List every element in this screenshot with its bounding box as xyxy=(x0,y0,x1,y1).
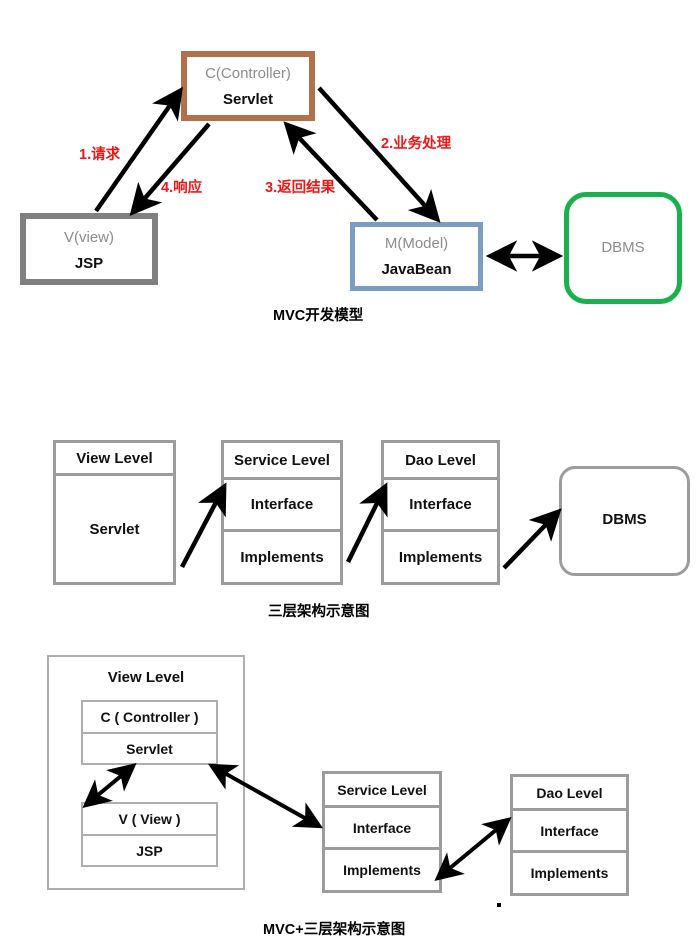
mvc-controller-title: C(Controller) xyxy=(205,65,291,82)
tl-dbms-label: DBMS xyxy=(602,511,647,528)
mvc-controller-subtitle: Servlet xyxy=(222,91,274,108)
mvc-view-title: V(view) xyxy=(63,229,114,246)
stray-dot xyxy=(497,903,501,907)
caption-mvc-three-layer: MVC+三层架构示意图 xyxy=(263,922,406,938)
mvc-dbms-label: DBMS xyxy=(601,239,645,256)
flow-label-4: 4.响应 xyxy=(161,180,203,196)
caption-three-layer: 三层架构示意图 xyxy=(268,604,370,620)
mtl-dao-level-interface: Interface xyxy=(513,811,626,853)
arrow-response xyxy=(129,122,211,216)
arrow-business-process xyxy=(317,86,441,223)
mtl-service-level-interface: Interface xyxy=(325,808,439,850)
flow-label-2: 2.业务处理 xyxy=(381,136,452,152)
mvc-dbms-box[interactable]: DBMS xyxy=(564,192,682,304)
tl-dao-level-implements: Implements xyxy=(384,532,497,582)
arrow-service-to-dao xyxy=(345,482,388,563)
tl-service-level-implements: Implements xyxy=(224,532,340,582)
tl-service-level-header: Service Level xyxy=(224,443,340,480)
mvc-view-subtitle: JSP xyxy=(74,255,104,272)
tl-dao-level-interface: Interface xyxy=(384,480,497,532)
arrow-view-to-service xyxy=(180,482,227,569)
tl-service-level-interface: Interface xyxy=(224,480,340,532)
mtl-controller-header: C ( Controller ) xyxy=(83,702,216,734)
mvc-model-box[interactable]: M(Model) JavaBean xyxy=(350,222,483,291)
tl-dbms-box[interactable]: DBMS xyxy=(559,466,690,576)
mtl-dao-level-header: Dao Level xyxy=(513,777,626,811)
tl-view-level-header: View Level xyxy=(56,443,173,476)
arrow-servicelevel-daolevel xyxy=(434,817,512,881)
mtl-dao-level-implements: Implements xyxy=(513,853,626,893)
caption-mvc-model: MVC开发模型 xyxy=(273,308,364,324)
mvc-view-box[interactable]: V(view) JSP xyxy=(20,213,158,285)
tl-view-level-body: Servlet xyxy=(56,476,173,582)
mvc-controller-box[interactable]: C(Controller) Servlet xyxy=(181,51,315,121)
mtl-controller-body: Servlet xyxy=(83,734,216,763)
arrow-dao-to-dbms xyxy=(502,508,562,570)
mtl-service-level-implements: Implements xyxy=(325,850,439,890)
flow-label-1: 1.请求 xyxy=(79,147,121,163)
mvc-model-title: M(Model) xyxy=(384,235,449,252)
mtl-view-body: JSP xyxy=(83,836,216,865)
mtl-view-level-header: View Level xyxy=(107,669,185,686)
arrow-return-result xyxy=(283,121,379,222)
mvc-model-subtitle: JavaBean xyxy=(381,261,452,278)
diagram-canvas: C(Controller) Servlet V(view) JSP M(Mode… xyxy=(0,0,699,944)
tl-dao-level-header: Dao Level xyxy=(384,443,497,480)
mtl-service-level-header: Service Level xyxy=(325,774,439,808)
mtl-view-header: V ( View ) xyxy=(83,804,216,836)
flow-label-3: 3.返回结果 xyxy=(265,180,336,196)
